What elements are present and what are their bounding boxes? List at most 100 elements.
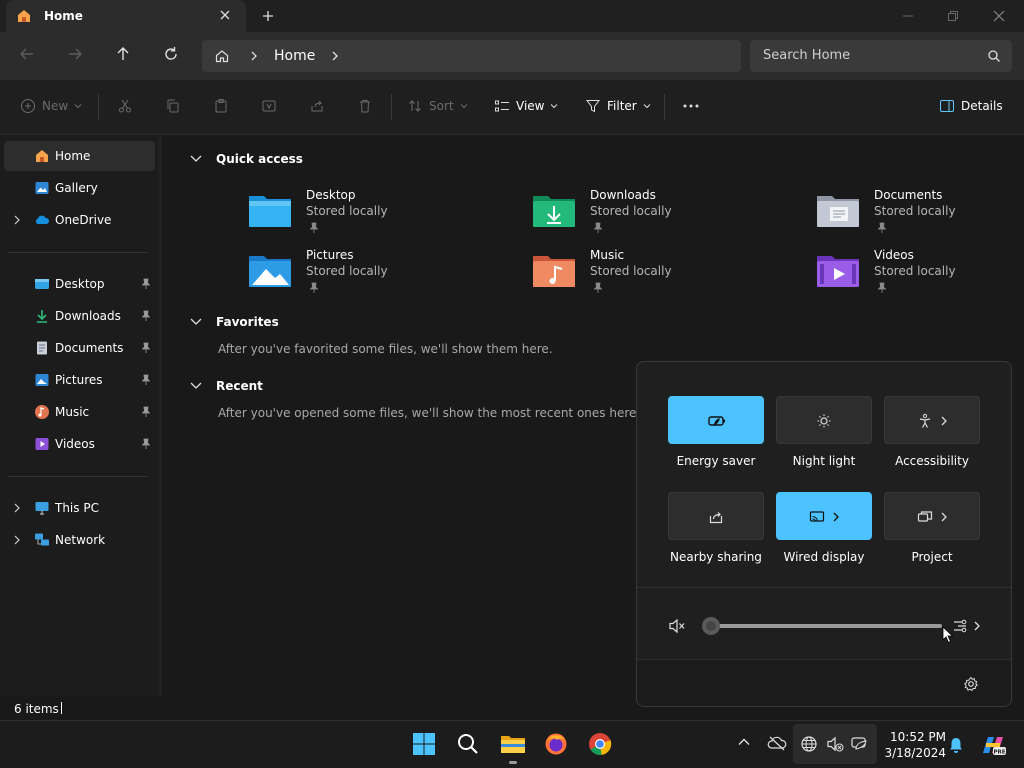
search-icon[interactable] [456,732,480,756]
energy-saver-icon [708,413,726,429]
quick-access-header[interactable]: Quick access [190,152,303,166]
pictures-folder-icon [248,252,292,288]
minimize-icon[interactable] [900,8,916,24]
quick-access-item-pictures[interactable]: Pictures Stored locally [248,248,488,304]
wired-display-toggle[interactable] [776,492,872,540]
sidebar-item-downloads[interactable]: Downloads [4,301,155,331]
sound-output-icon[interactable] [952,617,972,635]
sidebar-item-onedrive[interactable]: OneDrive [4,205,155,235]
start-windows-icon[interactable] [412,732,436,756]
nearby-sharing-toggle[interactable] [668,492,764,540]
view-button[interactable]: View [494,98,558,114]
sidebar-item-label: This PC [55,501,99,515]
divider [664,94,665,120]
volume-slider-thumb[interactable] [702,617,720,635]
pin-icon [309,222,319,234]
quick-settings-footer [637,659,1011,706]
night-light-toggle[interactable] [776,396,872,444]
chevron-right-icon[interactable] [12,534,22,546]
search-input[interactable]: Search Home [763,48,850,63]
new-tab-button[interactable] [260,8,276,24]
chevron-down-icon[interactable] [190,154,202,164]
home-icon[interactable] [214,48,230,64]
breadcrumb[interactable]: Home [202,40,741,72]
favorites-header[interactable]: Favorites [190,315,279,329]
tab-home[interactable]: Home [6,0,246,32]
chevron-right-icon[interactable] [939,414,949,428]
tile-label: Accessibility [895,454,969,468]
sidebar-item-pictures[interactable]: Pictures [4,365,155,395]
sidebar-item-home[interactable]: Home [4,141,155,171]
taskbar: 10:52 PM 3/18/2024 PRE [0,720,1024,768]
quick-access-item-documents[interactable]: Documents Stored locally [816,188,1024,244]
item-count: 6 items [14,702,59,716]
recent-header[interactable]: Recent [190,379,263,393]
chrome-icon[interactable] [588,732,612,756]
firefox-icon[interactable] [544,732,568,756]
accessibility-toggle[interactable] [884,396,980,444]
restore-icon[interactable] [945,8,961,24]
desktop-folder-icon [248,192,292,228]
sidebar-item-desktop[interactable]: Desktop [4,269,155,299]
sort-button[interactable]: Sort [407,98,468,114]
volume-muted-icon[interactable] [668,617,686,635]
volume-muted-icon [826,735,844,753]
chevron-right-icon[interactable] [972,619,982,633]
details-pane-icon [939,98,955,114]
rename-icon[interactable] [261,98,277,114]
chevron-right-icon[interactable] [328,49,342,63]
onedrive-tray-icon[interactable] [767,735,787,751]
filter-button[interactable]: Filter [585,98,651,114]
settings-gear-icon[interactable] [963,676,979,692]
filter-icon [585,98,601,114]
paste-icon[interactable] [213,98,229,114]
pin-icon [141,310,151,322]
chevron-down-icon[interactable] [190,381,202,391]
chevron-right-icon[interactable] [939,510,949,524]
quick-access-item-downloads[interactable]: Downloads Stored locally [532,188,772,244]
sidebar-item-gallery[interactable]: Gallery [4,173,155,203]
sidebar-item-this-pc[interactable]: This PC [4,493,155,523]
search-icon[interactable] [987,49,1001,63]
chevron-up-icon[interactable] [737,735,751,749]
divider [391,94,392,120]
chevron-right-icon[interactable] [831,510,841,524]
refresh-icon[interactable] [162,45,180,63]
close-window-icon[interactable] [991,8,1007,24]
new-button[interactable]: New [20,98,82,114]
project-toggle[interactable] [884,492,980,540]
cut-icon[interactable] [117,98,133,114]
breadcrumb-home[interactable]: Home [274,48,315,64]
system-tray-status-button[interactable] [793,724,877,764]
copy-icon[interactable] [165,98,181,114]
sidebar-item-videos[interactable]: Videos [4,429,155,459]
more-options-icon[interactable] [682,98,700,114]
sidebar-item-music[interactable]: Music [4,397,155,427]
volume-slider-track[interactable] [710,624,942,628]
item-name: Downloads [590,188,656,202]
quick-access-item-videos[interactable]: Videos Stored locally [816,248,1024,304]
close-tab-icon[interactable] [218,8,232,22]
sidebar-item-documents[interactable]: Documents [4,333,155,363]
clock[interactable]: 10:52 PM 3/18/2024 [882,729,946,761]
copilot-icon[interactable]: PRE [980,733,1006,757]
quick-access-item-desktop[interactable]: Desktop Stored locally [248,188,488,244]
chevron-down-icon[interactable] [190,317,202,327]
back-arrow-icon[interactable] [18,45,36,63]
sidebar-item-network[interactable]: Network [4,525,155,555]
delete-icon[interactable] [357,98,373,114]
share-icon[interactable] [309,98,325,114]
quick-access-item-music[interactable]: Music Stored locally [532,248,772,304]
search-box[interactable]: Search Home [750,40,1012,72]
chevron-right-icon[interactable] [247,49,261,63]
chevron-right-icon[interactable] [12,214,22,226]
details-button[interactable]: Details [939,98,1003,114]
up-arrow-icon[interactable] [114,45,132,63]
new-icon [20,98,36,114]
file-explorer-icon[interactable] [500,732,526,756]
chevron-right-icon[interactable] [12,502,22,514]
forward-arrow-icon[interactable] [66,45,84,63]
energy-saver-toggle[interactable] [668,396,764,444]
notification-bell-icon[interactable] [948,736,964,754]
command-bar: New Sort View Filter Details [0,80,1024,135]
